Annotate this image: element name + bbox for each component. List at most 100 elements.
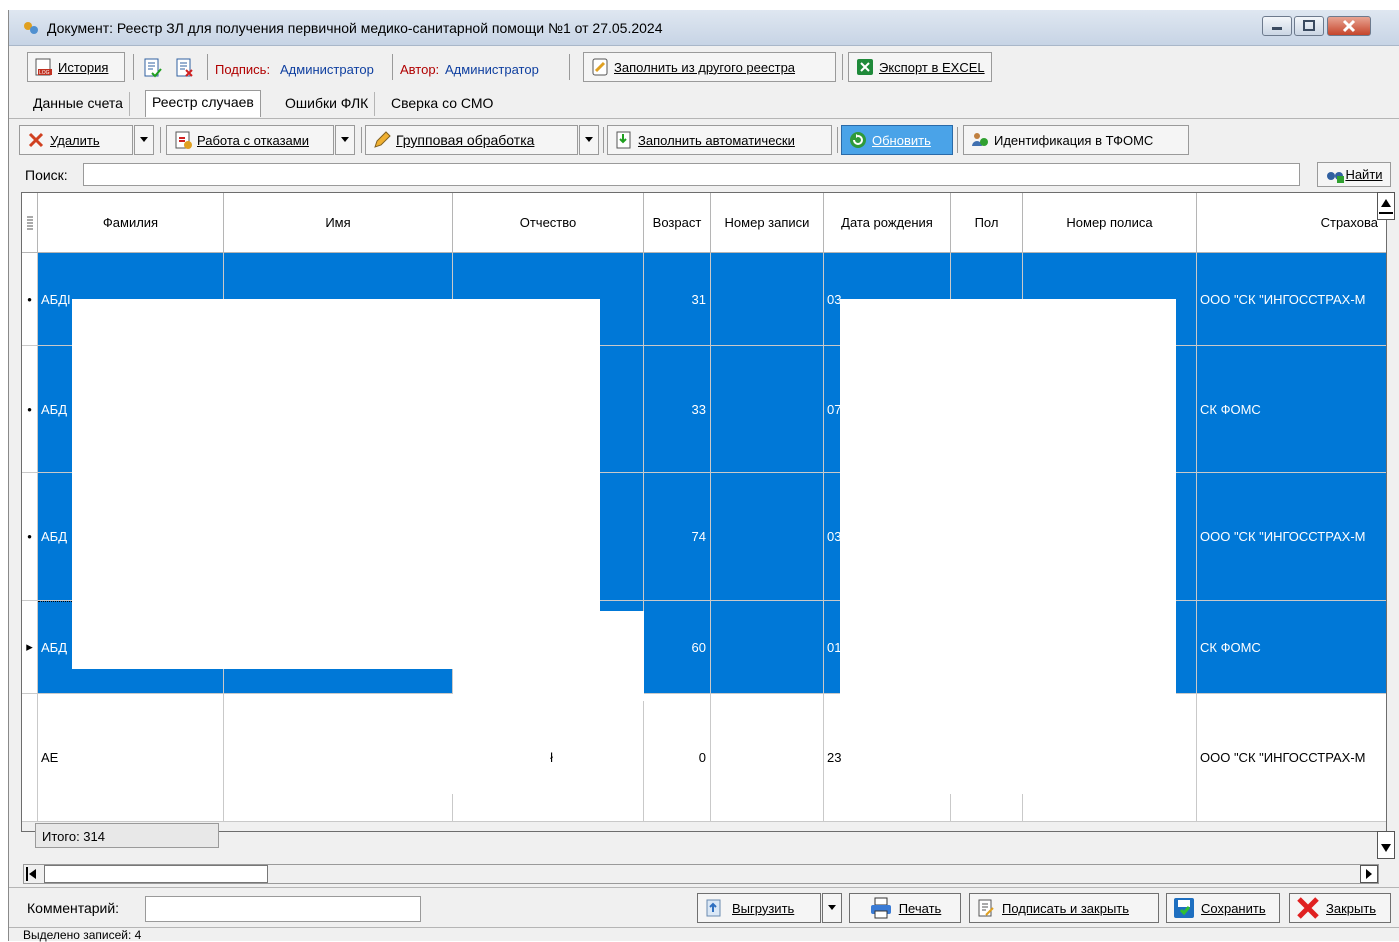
table-cell-age[interactable]: 33 (644, 346, 711, 473)
upload-document-icon (706, 899, 721, 917)
chevron-down-icon (828, 905, 836, 910)
column-header[interactable]: Страхова (1197, 193, 1386, 253)
row-marker[interactable] (22, 694, 38, 822)
column-header[interactable]: Фамилия (38, 193, 224, 253)
find-button[interactable]: Найти (1317, 162, 1391, 187)
table-cell-record-number[interactable] (711, 346, 824, 473)
fill-from-other-registry-button[interactable]: Заполнить из другого реестра (583, 52, 836, 82)
tfoms-identify-button[interactable]: Идентификация в ТФОМС (963, 125, 1189, 155)
grid-footer-strip (22, 822, 1386, 831)
row-selector-header[interactable] (22, 193, 38, 253)
autofill-label: Заполнить автоматически (638, 132, 795, 148)
row-marker[interactable]: • (22, 346, 38, 473)
group-processing-dropdown[interactable] (579, 125, 599, 155)
delete-button[interactable]: Удалить (19, 125, 133, 155)
window-close-button[interactable] (1327, 16, 1371, 36)
status-bar: Выделено записей: 4 (9, 927, 1399, 942)
table-cell-record-number[interactable] (711, 253, 824, 346)
column-header[interactable]: Возраст (644, 193, 711, 253)
table-cell-insurer[interactable]: СК ФОМС (1197, 346, 1386, 473)
sign-document-icon (978, 899, 994, 917)
scroll-down-icon (1381, 844, 1391, 852)
table-cell-insurer[interactable]: ООО "СК "ИНГОССТРАХ-М (1197, 473, 1386, 601)
row-marker[interactable]: • (22, 473, 38, 601)
table-cell-age[interactable]: 31 (644, 253, 711, 346)
fill-from-other-registry-label: Заполнить из другого реестра (614, 59, 796, 75)
scroll-down-button[interactable] (1377, 831, 1395, 859)
refusals-label: Работа с отказами (197, 132, 309, 148)
redaction-block (842, 694, 1032, 794)
redaction-block (840, 299, 1176, 715)
table-cell-age[interactable]: 74 (644, 473, 711, 601)
refusals-button[interactable]: Работа с отказами (166, 125, 334, 155)
printer-icon (870, 897, 891, 919)
document-window: Документ: Реестр ЗЛ для получения первич… (8, 10, 1399, 942)
notepad-icon (592, 58, 608, 76)
column-header[interactable]: Имя (224, 193, 453, 253)
upload-dropdown[interactable] (822, 893, 842, 923)
table-cell-insurer[interactable]: ООО "СК "ИНГОССТРАХ-М (1197, 694, 1386, 822)
table-cell-age[interactable]: 60 (644, 601, 711, 694)
scroll-left-icon (26, 867, 36, 881)
column-header[interactable]: Пол (951, 193, 1023, 253)
close-button[interactable]: Закрыть (1289, 893, 1391, 923)
column-header[interactable]: Отчество (453, 193, 644, 253)
log-icon: LOG (35, 58, 52, 76)
refusals-dropdown[interactable] (335, 125, 355, 155)
tab-case-registry[interactable]: Реестр случаев (145, 90, 261, 117)
save-label: Сохранить (1201, 900, 1266, 916)
tab-flk-errors[interactable]: Ошибки ФЛК (279, 92, 376, 116)
table-cell-insurer[interactable]: ООО "СК "ИНГОССТРАХ-М (1197, 253, 1386, 346)
group-processing-button[interactable]: Групповая обработка (365, 125, 578, 155)
sign-document-icon[interactable] (143, 58, 163, 78)
refresh-icon (850, 132, 866, 148)
minimize-icon (1272, 27, 1282, 30)
column-header[interactable]: Номер записи (711, 193, 824, 253)
print-button[interactable]: Печать (849, 893, 961, 923)
tab-smo-reconciliation[interactable]: Сверка со СМО (385, 92, 499, 116)
table-cell-record-number[interactable] (711, 601, 824, 694)
table-cell-record-number[interactable] (711, 473, 824, 601)
delete-label: Удалить (50, 132, 100, 148)
download-document-icon (616, 131, 631, 149)
row-marker[interactable]: • (22, 253, 38, 346)
comment-input[interactable] (145, 896, 421, 922)
search-label: Поиск: (25, 167, 68, 183)
horizontal-scrollbar[interactable] (23, 864, 1379, 884)
maximize-button[interactable] (1294, 16, 1324, 36)
upload-button[interactable]: Выгрузить (697, 893, 821, 923)
vertical-scrollbar[interactable] (1375, 192, 1395, 859)
sign-and-close-button[interactable]: Подписать и закрыть (969, 893, 1159, 923)
scroll-right-button[interactable] (1360, 865, 1378, 883)
tfoms-identify-label: Идентификация в ТФОМС (994, 132, 1154, 148)
group-processing-label: Групповая обработка (396, 132, 535, 148)
refresh-button[interactable]: Обновить (841, 125, 953, 155)
unsign-document-icon[interactable] (175, 58, 195, 78)
registry-toolbar: Удалить Работа с отказами Групповая обра… (9, 118, 1399, 160)
scroll-up-button[interactable] (1377, 192, 1395, 220)
row-marker[interactable]: ▸ (22, 601, 38, 694)
column-header[interactable]: Дата рождения (824, 193, 951, 253)
delete-dropdown[interactable] (134, 125, 154, 155)
table-cell-surname[interactable]: АЕ (38, 694, 224, 822)
refusals-icon (175, 131, 192, 149)
table-cell-insurer[interactable]: СК ФОМС (1197, 601, 1386, 694)
autofill-button[interactable]: Заполнить автоматически (607, 125, 832, 155)
scroll-right-icon (1366, 869, 1372, 879)
scroll-thumb[interactable] (44, 865, 268, 883)
delete-icon (28, 132, 44, 148)
save-button[interactable]: Сохранить (1166, 893, 1280, 923)
tab-account-data[interactable]: Данные счета (27, 92, 130, 116)
export-excel-button[interactable]: Экспорт в EXCEL (848, 52, 992, 82)
table-cell-record-number[interactable] (711, 694, 824, 822)
scroll-left-button[interactable] (24, 865, 42, 883)
author-value: Администратор (445, 62, 539, 77)
users-icon (972, 133, 988, 146)
search-input[interactable] (83, 163, 1300, 186)
table-cell-age[interactable]: 0 (644, 694, 711, 822)
history-button[interactable]: LOG История (27, 52, 125, 82)
column-header[interactable]: Номер полиса (1023, 193, 1197, 253)
scroll-up-icon (1379, 199, 1393, 214)
minimize-button[interactable] (1262, 16, 1292, 36)
maximize-icon (1303, 20, 1315, 31)
